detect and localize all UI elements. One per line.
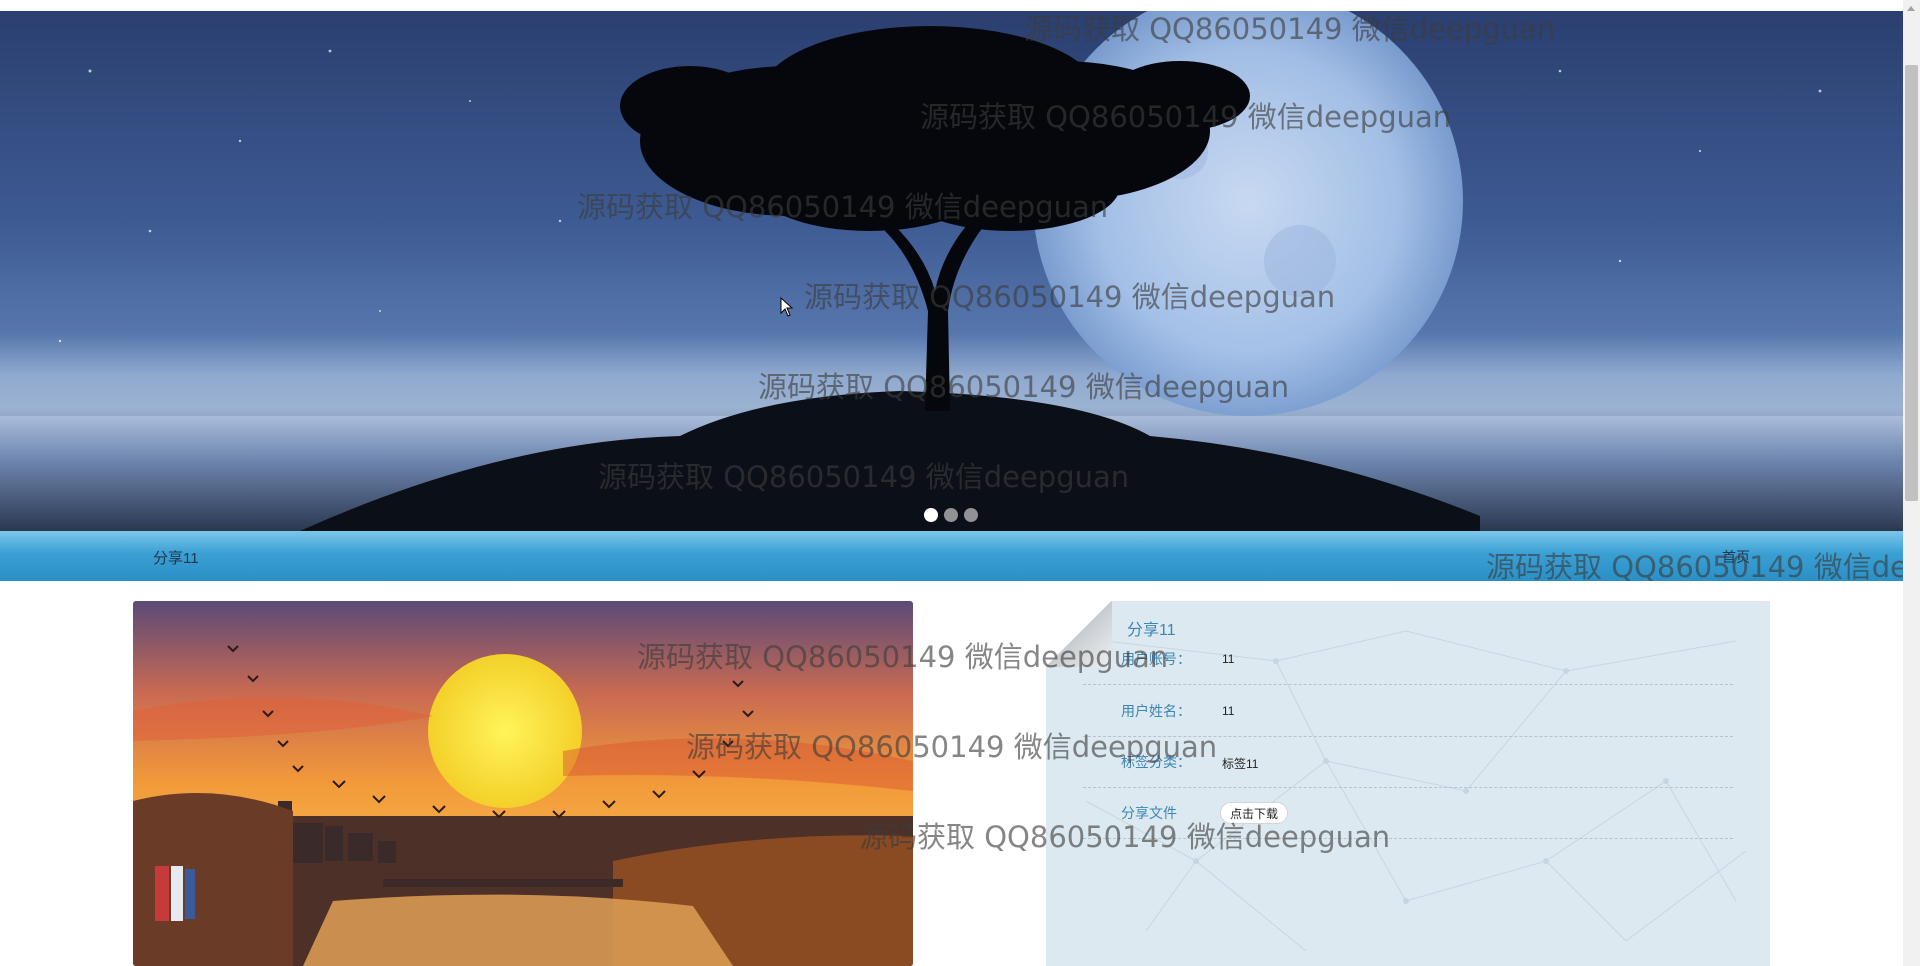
share-detail-panel: 分享11 用户账号： 11 用户姓名： 11 标签分类： 标签11 分享文件 点… [1046,601,1770,966]
breadcrumb-home-link[interactable]: 首页 [1722,547,1750,567]
field-row-account: 用户账号： 11 [1083,633,1733,685]
page: 分享11 首页 分享11 用户账号： 11 用户姓名： 11 标签分类： 标签1… [0,0,1920,966]
scrollbar-thumb[interactable] [1905,65,1918,501]
field-label-account: 用户账号： [1121,651,1191,667]
title-bar: 分享11 首页 [0,531,1903,581]
field-row-name: 用户姓名： 11 [1083,685,1733,737]
vertical-scrollbar[interactable] [1903,0,1920,966]
field-label-file: 分享文件 [1121,805,1177,821]
carousel-dot-1[interactable] [924,508,938,522]
scroll-up-arrow-icon[interactable] [1907,6,1915,11]
mouse-cursor-icon [780,297,794,317]
download-button[interactable]: 点击下载 [1220,802,1289,824]
page-title: 分享11 [153,550,199,567]
field-row-file: 分享文件 点击下载 [1083,787,1733,839]
field-label-tag: 标签分类： [1121,754,1191,770]
carousel-indicators [924,508,978,522]
banner-image [0,11,1903,531]
share-image [133,601,913,966]
field-row-tag: 标签分类： 标签11 [1083,736,1733,788]
carousel-dot-3[interactable] [964,508,978,522]
banner-carousel[interactable] [0,11,1903,531]
field-label-name: 用户姓名： [1121,703,1191,719]
field-value-tag: 标签11 [1222,757,1259,771]
field-value-name: 11 [1222,704,1235,718]
carousel-dot-2[interactable] [944,508,958,522]
field-value-account: 11 [1222,652,1235,666]
